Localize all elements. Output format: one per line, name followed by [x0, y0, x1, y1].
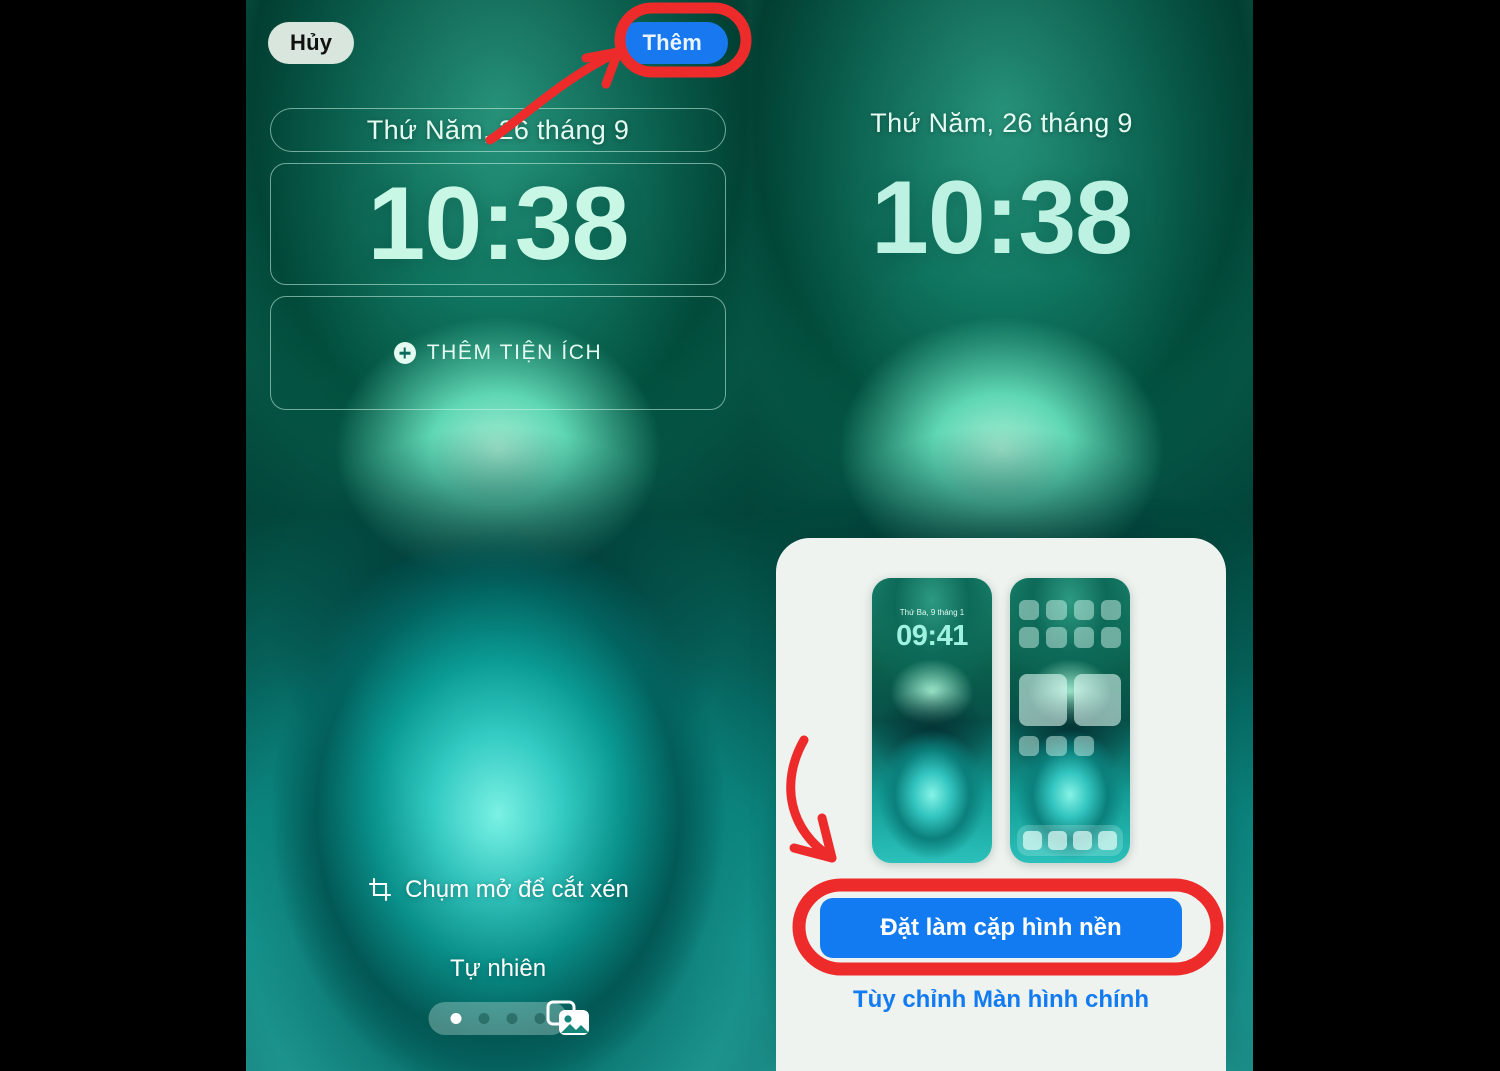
app-icon: [1100, 600, 1121, 621]
home-icon-row-group: [1019, 600, 1121, 648]
app-icon: [1019, 736, 1040, 757]
add-widgets-frame[interactable]: THÊM TIỆN ÍCH: [270, 296, 726, 410]
set-wallpaper-pair-button[interactable]: Đặt làm cặp hình nền: [820, 898, 1182, 958]
app-icon: [1073, 736, 1094, 757]
thumbnail-date: Thứ Ba, 9 tháng 1: [899, 608, 965, 617]
home-widget: [1073, 674, 1121, 726]
home-icon-row-group-2: [1019, 736, 1121, 757]
add-widgets-label-group: THÊM TIỆN ÍCH: [393, 341, 603, 365]
thumbnail-time: 09:41: [896, 620, 968, 652]
dock-icon: [1023, 831, 1042, 850]
lock-screen-time: 10:38: [367, 166, 630, 282]
preview-thumbnails: Thứ Ba, 9 tháng 1 09:41: [776, 578, 1226, 863]
wallpaper-background: [246, 0, 750, 1071]
cancel-button[interactable]: Hủy: [268, 22, 355, 64]
wallpaper-preview-panel: Thứ Năm, 26 tháng 9 10:38 Thứ Ba, 9 thán…: [750, 0, 1253, 1071]
lock-screen-date: Thứ Năm, 26 tháng 9: [366, 114, 630, 145]
crop-hint: Chụm mở để cắt xén: [246, 876, 750, 904]
preview-time: 10:38: [871, 160, 1133, 276]
screenshot-root: Hủy Thêm Thứ Năm, 26 tháng 9 10:38 THÊM …: [0, 0, 1500, 1071]
clock-widget-frame[interactable]: 10:38: [270, 163, 726, 285]
app-icon: [1019, 600, 1040, 621]
app-icon: [1100, 627, 1121, 648]
page-dot[interactable]: [506, 1013, 518, 1024]
crop-hint-label: Chụm mở để cắt xén: [405, 876, 629, 903]
dock-icon: [1048, 831, 1067, 850]
app-icon: [1073, 600, 1094, 621]
app-icon: [1046, 600, 1067, 621]
confirmation-sheet: Thứ Ba, 9 tháng 1 09:41 Đặt làm cặp hình…: [776, 538, 1226, 1071]
crop-icon: [369, 877, 392, 902]
home-screen-thumbnail[interactable]: [1010, 578, 1130, 863]
home-widget: [1019, 674, 1067, 726]
plus-circle-icon: [393, 342, 416, 364]
page-dot[interactable]: [478, 1013, 490, 1024]
customize-home-screen-link[interactable]: Tùy chỉnh Màn hình chính: [776, 986, 1226, 1014]
lock-screen-editor-panel: Hủy Thêm Thứ Năm, 26 tháng 9 10:38 THÊM …: [246, 0, 750, 1071]
page-dot[interactable]: [450, 1013, 462, 1024]
page-dot[interactable]: [534, 1013, 546, 1024]
date-widget-frame[interactable]: Thứ Năm, 26 tháng 9: [270, 108, 726, 152]
app-icon: [1046, 736, 1067, 757]
photos-button[interactable]: [546, 996, 592, 1043]
wallpaper-style-label: Tự nhiên: [449, 955, 547, 982]
home-dock: [1017, 825, 1123, 856]
add-widgets-label: THÊM TIỆN ÍCH: [426, 341, 603, 364]
preview-date: Thứ Năm, 26 tháng 9: [870, 108, 1133, 138]
dock-icon: [1098, 831, 1117, 850]
home-widget-group: [1019, 674, 1121, 726]
add-button[interactable]: Thêm: [616, 22, 728, 64]
app-icon: [1046, 627, 1067, 648]
photo-stack-icon: [546, 1000, 589, 1035]
lock-screen-thumbnail[interactable]: Thứ Ba, 9 tháng 1 09:41: [872, 578, 992, 863]
dock-icon: [1073, 831, 1092, 850]
app-icon: [1019, 627, 1040, 648]
app-icon: [1073, 627, 1094, 648]
